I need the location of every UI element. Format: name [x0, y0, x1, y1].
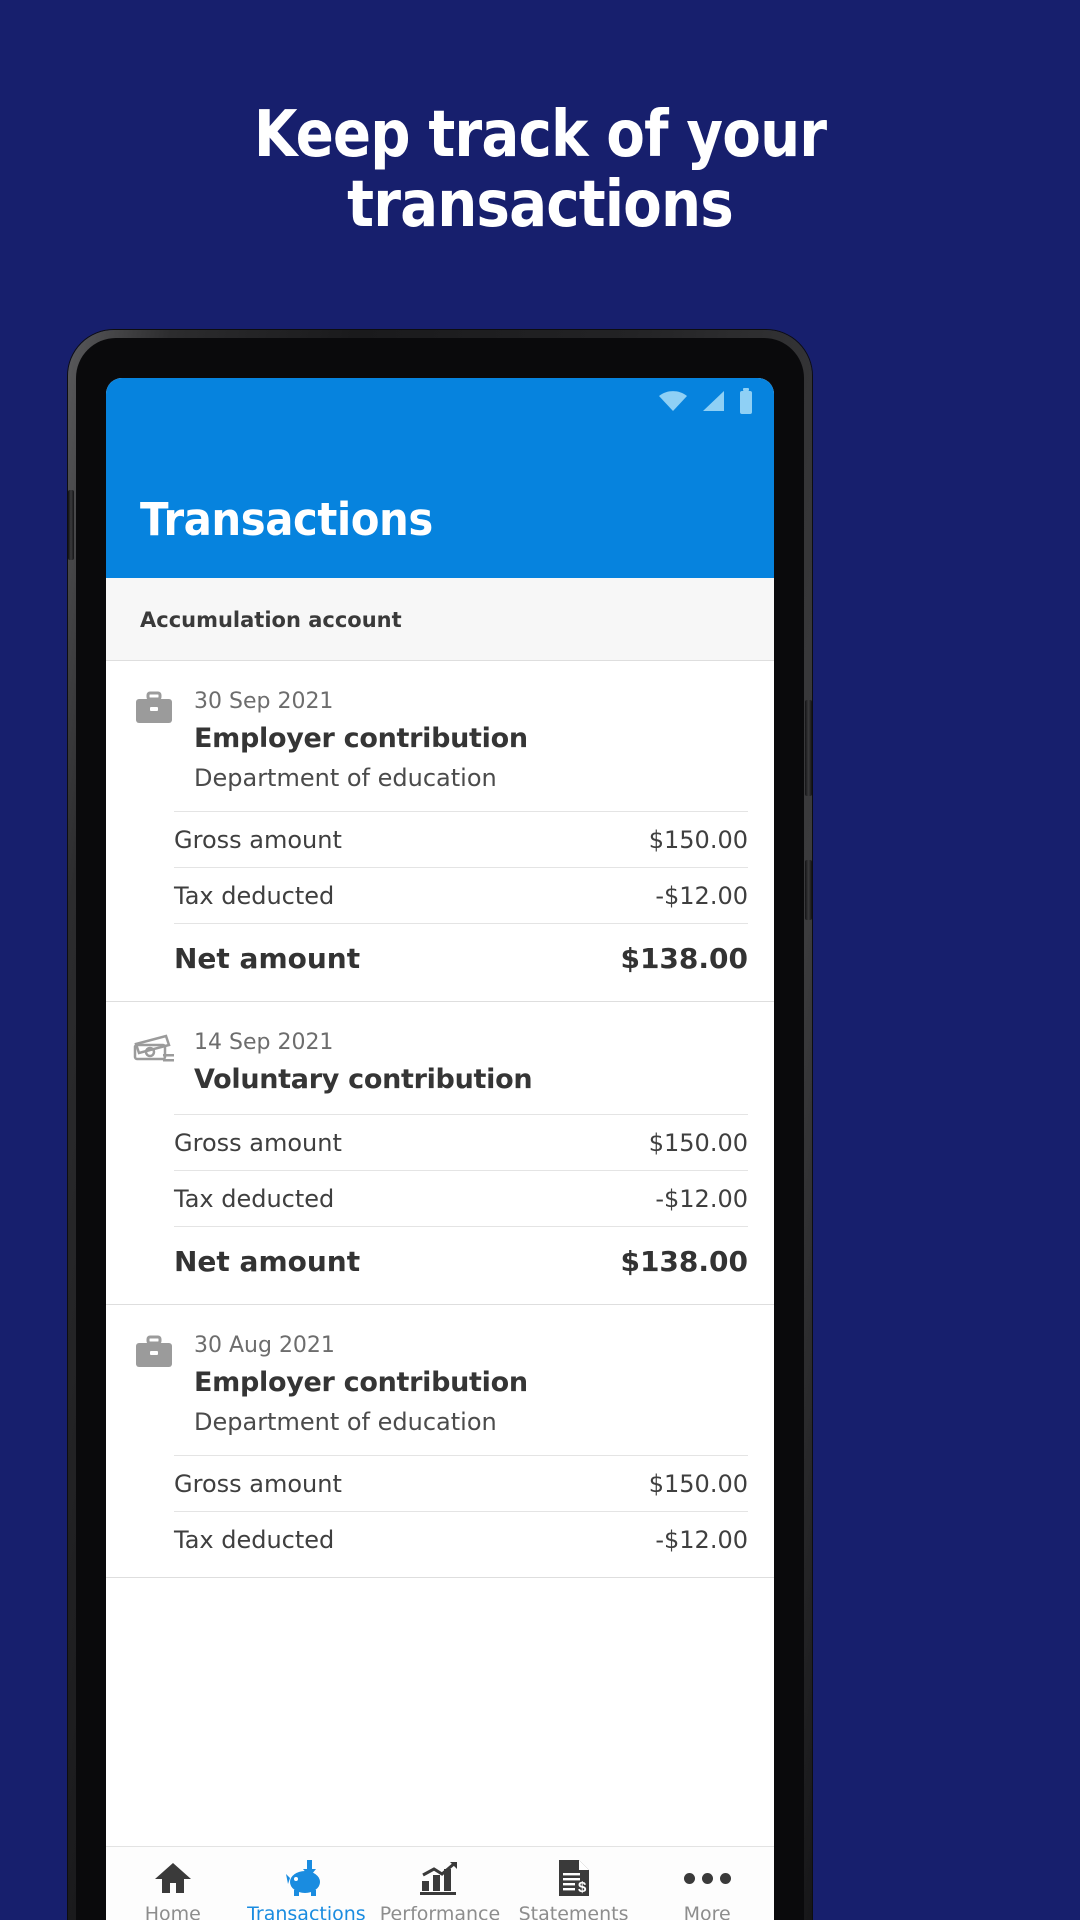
- transaction-date: 14 Sep 2021: [194, 1030, 334, 1055]
- net-amount-row: Net amount $138.00: [174, 923, 748, 991]
- tax-deducted-label: Tax deducted: [174, 882, 335, 910]
- gross-amount-label: Gross amount: [174, 1129, 342, 1157]
- left-side-button[interactable]: [68, 490, 74, 560]
- net-amount-label: Net amount: [174, 1245, 361, 1278]
- promo-headline: Keep track of your transactions: [65, 100, 1015, 240]
- nav-label-transactions: Transactions: [247, 1903, 366, 1920]
- transaction-subtitle: Department of education: [194, 764, 497, 792]
- gross-amount-value: $150.00: [648, 1129, 748, 1157]
- cash-icon: [132, 1024, 176, 1100]
- tax-deducted-row: Tax deducted -$12.00: [174, 1511, 748, 1567]
- promo-headline-line1: Keep track of your: [253, 98, 827, 172]
- briefcase-icon: [132, 683, 176, 797]
- transaction-subtitle: Department of education: [194, 1408, 497, 1436]
- account-label: Accumulation account: [140, 608, 402, 632]
- account-selector[interactable]: Accumulation account: [106, 578, 774, 661]
- battery-icon: [740, 388, 752, 414]
- gross-amount-row: Gross amount $150.00: [174, 1114, 748, 1170]
- gross-amount-value: $150.00: [648, 1470, 748, 1498]
- svg-text:$: $: [578, 1879, 587, 1896]
- transaction-header: 30 Aug 2021 Employer contribution Depart…: [106, 1327, 774, 1441]
- transaction-row[interactable]: 30 Aug 2021 Employer contribution Depart…: [106, 1305, 774, 1578]
- transaction-date: 30 Aug 2021: [194, 1333, 335, 1358]
- page-title: Transactions: [140, 493, 433, 546]
- transaction-row[interactable]: 30 Sep 2021 Employer contribution Depart…: [106, 661, 774, 1002]
- nav-label-more: More: [683, 1903, 731, 1920]
- transaction-amounts: Gross amount $150.00 Tax deducted -$12.0…: [174, 1455, 748, 1567]
- status-bar: [106, 378, 774, 424]
- nav-item-transactions[interactable]: Transactions: [240, 1859, 374, 1920]
- gross-amount-value: $150.00: [648, 826, 748, 854]
- tax-deducted-value: -$12.00: [655, 1526, 748, 1554]
- gross-amount-row: Gross amount $150.00: [174, 811, 748, 867]
- tax-deducted-label: Tax deducted: [174, 1526, 335, 1554]
- bar-chart-icon: [419, 1859, 460, 1897]
- nav-item-performance[interactable]: Performance: [373, 1859, 507, 1920]
- app-header: Transactions: [106, 378, 774, 578]
- net-amount-value: $138.00: [620, 942, 748, 975]
- transaction-amounts: Gross amount $150.00 Tax deducted -$12.0…: [174, 1114, 748, 1294]
- phone-mockup: Transactions Accumulation account 30 Sep…: [68, 330, 812, 1920]
- transaction-title: Voluntary contribution: [194, 1064, 533, 1095]
- document-icon: $: [558, 1859, 590, 1897]
- gross-amount-label: Gross amount: [174, 826, 342, 854]
- net-amount-value: $138.00: [620, 1245, 748, 1278]
- more-dots-icon: [683, 1859, 731, 1897]
- transaction-row[interactable]: 14 Sep 2021 Voluntary contribution Gross…: [106, 1002, 774, 1305]
- net-amount-row: Net amount $138.00: [174, 1226, 748, 1294]
- volume-button[interactable]: [805, 860, 812, 920]
- nav-item-home[interactable]: Home: [106, 1859, 240, 1920]
- nav-label-statements: Statements: [518, 1903, 629, 1920]
- bottom-navigation: Home Transactions Performance $ Statemen…: [106, 1846, 774, 1920]
- net-amount-label: Net amount: [174, 942, 361, 975]
- power-button[interactable]: [805, 700, 812, 796]
- briefcase-icon: [132, 1327, 176, 1441]
- transaction-meta: 14 Sep 2021 Voluntary contribution: [194, 1024, 748, 1100]
- tax-deducted-row: Tax deducted -$12.00: [174, 1170, 748, 1226]
- transaction-amounts: Gross amount $150.00 Tax deducted -$12.0…: [174, 811, 748, 991]
- nav-label-performance: Performance: [379, 1903, 501, 1920]
- gross-amount-label: Gross amount: [174, 1470, 342, 1498]
- wifi-icon: [659, 391, 687, 411]
- transaction-title: Employer contribution: [194, 1367, 528, 1398]
- tax-deducted-label: Tax deducted: [174, 1185, 335, 1213]
- signal-icon: [703, 391, 724, 411]
- transaction-meta: 30 Aug 2021 Employer contribution Depart…: [194, 1327, 748, 1441]
- transaction-meta: 30 Sep 2021 Employer contribution Depart…: [194, 683, 748, 797]
- nav-item-statements[interactable]: $ Statements: [507, 1859, 641, 1920]
- tax-deducted-row: Tax deducted -$12.00: [174, 867, 748, 923]
- transaction-header: 14 Sep 2021 Voluntary contribution: [106, 1024, 774, 1100]
- transaction-date: 30 Sep 2021: [194, 689, 334, 714]
- nav-item-more[interactable]: More: [640, 1859, 774, 1920]
- promo-headline-line2: transactions: [347, 168, 734, 242]
- transaction-header: 30 Sep 2021 Employer contribution Depart…: [106, 683, 774, 797]
- nav-label-home: Home: [144, 1903, 201, 1920]
- home-icon: [154, 1859, 192, 1897]
- transaction-title: Employer contribution: [194, 723, 528, 754]
- tax-deducted-value: -$12.00: [655, 1185, 748, 1213]
- transactions-list: 30 Sep 2021 Employer contribution Depart…: [106, 661, 774, 1578]
- piggy-bank-icon: [285, 1859, 327, 1897]
- tax-deducted-value: -$12.00: [655, 882, 748, 910]
- gross-amount-row: Gross amount $150.00: [174, 1455, 748, 1511]
- phone-screen: Transactions Accumulation account 30 Sep…: [106, 378, 774, 1920]
